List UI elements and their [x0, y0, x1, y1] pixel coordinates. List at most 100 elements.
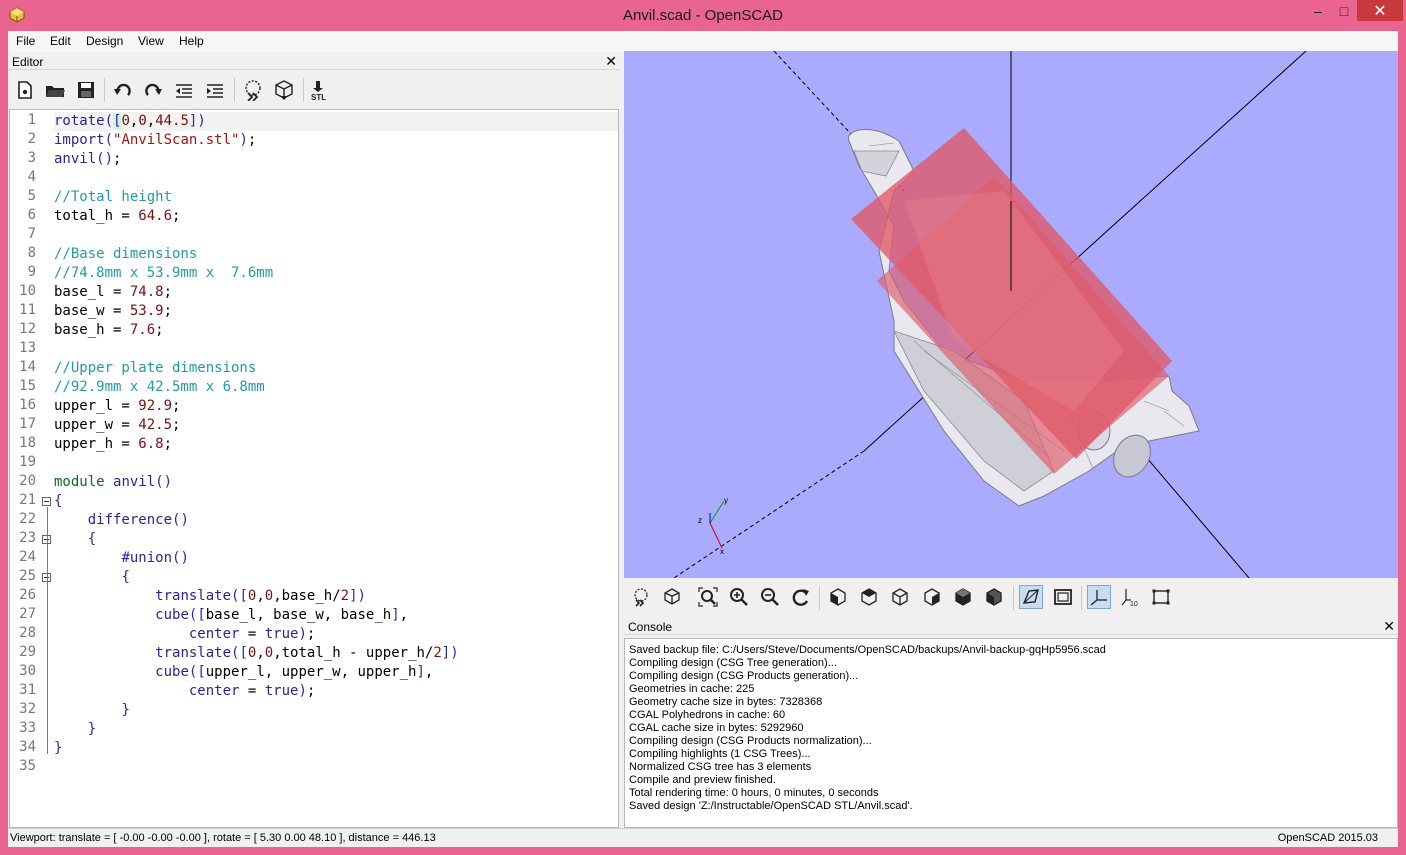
- code-line[interactable]: {: [54, 530, 96, 549]
- code-line[interactable]: base_h = 7.6;: [54, 321, 164, 340]
- edges-icon: [1152, 589, 1170, 605]
- axis-label-y: y: [724, 496, 728, 505]
- line-number: 23: [19, 530, 36, 546]
- code-line[interactable]: module anvil(): [54, 473, 172, 492]
- export-stl-button[interactable]: STL: [310, 79, 332, 102]
- show-axes-button[interactable]: [1087, 585, 1111, 609]
- indent-button[interactable]: [204, 79, 226, 101]
- redo-button[interactable]: [142, 79, 164, 101]
- code-line[interactable]: {: [54, 568, 129, 587]
- reset-view-button[interactable]: [789, 585, 813, 609]
- console-line: Compiling design (CSG Products generatio…: [629, 670, 859, 682]
- menu-view[interactable]: View: [138, 34, 164, 48]
- code-line[interactable]: base_l = 74.8;: [54, 283, 172, 302]
- open-file-button[interactable]: [44, 79, 66, 101]
- code-line[interactable]: }: [54, 739, 62, 758]
- code-line[interactable]: //74.8mm x 53.9mm x 7.6mm: [54, 264, 273, 283]
- code-line[interactable]: center = true);: [54, 682, 315, 701]
- view-top-button[interactable]: [857, 585, 881, 609]
- code-line[interactable]: //Total height: [54, 188, 172, 207]
- code-line[interactable]: cube([upper_l, upper_w, upper_h],: [54, 663, 433, 682]
- zoom-in-button[interactable]: [727, 585, 751, 609]
- code-editor[interactable]: 1 2 3 4 5 6 7 8 9 10 11 12 13 14 15 16 17 18 19 20 21 22 23 24 2…: [9, 109, 619, 828]
- code-line[interactable]: center = true);: [54, 625, 315, 644]
- menu-design[interactable]: Design: [86, 34, 123, 48]
- view-right-button[interactable]: [826, 585, 850, 609]
- line-number: 11: [19, 302, 36, 318]
- view-left-button[interactable]: [920, 585, 944, 609]
- code-line[interactable]: difference(): [54, 511, 189, 530]
- scale-markers-icon: 10: [1121, 589, 1138, 607]
- code-line[interactable]: translate([0,0,base_h/2]): [54, 587, 366, 606]
- new-file-button[interactable]: [14, 79, 36, 101]
- undo-button[interactable]: [112, 79, 134, 101]
- indent-icon: [207, 84, 223, 98]
- view-render-button[interactable]: [660, 585, 684, 609]
- view-right-icon: [830, 588, 846, 606]
- zoom-out-button[interactable]: [758, 585, 782, 609]
- view-all-button[interactable]: [696, 585, 720, 609]
- code-line[interactable]: upper_h = 6.8;: [54, 435, 172, 454]
- view-back-icon: [986, 588, 1002, 606]
- line-number: 10: [19, 283, 36, 299]
- unindent-button[interactable]: [173, 79, 195, 101]
- axis-line-dashed: [673, 450, 865, 578]
- preview-button[interactable]: [242, 79, 264, 102]
- code-line[interactable]: base_w = 53.9;: [54, 302, 172, 321]
- line-number: 27: [19, 606, 36, 622]
- view-preview-button[interactable]: [629, 585, 653, 609]
- code-line[interactable]: translate([0,0,total_h - upper_h/2]): [54, 644, 459, 663]
- scale-label: 10: [1130, 601, 1138, 607]
- code-line[interactable]: }: [54, 720, 96, 739]
- code-line[interactable]: upper_l = 92.9;: [54, 397, 180, 416]
- console-close-icon[interactable]: ✕: [1383, 618, 1395, 635]
- code-line[interactable]: rotate([0,0,44.5]): [54, 112, 206, 131]
- editor-close-icon[interactable]: ✕: [605, 53, 617, 70]
- close-window-button[interactable]: ✕: [1357, 0, 1403, 21]
- 3d-viewport[interactable]: y x z: [624, 51, 1398, 578]
- maximize-button[interactable]: □: [1331, 0, 1357, 21]
- line-number: 19: [19, 454, 36, 470]
- code-line[interactable]: {: [54, 492, 62, 511]
- console-line: Compiling design (CSG Tree generation)..…: [629, 657, 837, 669]
- minimize-button[interactable]: –: [1305, 0, 1331, 21]
- console-output[interactable]: Saved backup file: C:/Users/Steve/Docume…: [624, 638, 1398, 828]
- view-bottom-button[interactable]: [888, 585, 912, 609]
- redo-icon: [145, 83, 162, 96]
- console-line: Compiling design (CSG Products normaliza…: [629, 735, 872, 747]
- menu-file[interactable]: File: [16, 34, 35, 48]
- editor-header: Editor ✕: [8, 53, 620, 70]
- fold-toggle-icon[interactable]: [42, 497, 51, 506]
- render-cube-icon: [275, 80, 293, 100]
- code-line[interactable]: #union(): [54, 549, 188, 568]
- menu-edit[interactable]: Edit: [50, 34, 71, 48]
- view-front-button[interactable]: [951, 585, 975, 609]
- code-line[interactable]: //Base dimensions: [54, 245, 197, 264]
- perspective-button[interactable]: [1019, 585, 1043, 609]
- console-line: Geometries in cache: 225: [629, 683, 755, 695]
- menu-help[interactable]: Help: [179, 34, 204, 48]
- line-number: 25: [19, 568, 36, 584]
- console-line: CGAL Polyhedrons in cache: 60: [629, 709, 786, 721]
- viewport-canvas: y x z: [673, 51, 1307, 578]
- show-scale-markers-button[interactable]: 10: [1118, 585, 1142, 609]
- code-line[interactable]: total_h = 64.6;: [54, 207, 180, 226]
- code-line[interactable]: import("AnvilScan.stl");: [54, 131, 256, 150]
- orthogonal-button[interactable]: [1051, 585, 1075, 609]
- code-line[interactable]: //92.9mm x 42.5mm x 6.8mm: [54, 378, 265, 397]
- zoom-fit-icon: [698, 587, 718, 607]
- line-number: 13: [19, 340, 36, 356]
- show-edges-button[interactable]: [1149, 585, 1173, 609]
- undo-icon: [114, 83, 131, 96]
- code-line[interactable]: cube([base_l, base_w, base_h],: [54, 606, 408, 625]
- code-line[interactable]: }: [54, 701, 129, 720]
- render-button[interactable]: [273, 79, 295, 101]
- preview-icon: [245, 80, 261, 102]
- folder-open-icon: [46, 86, 65, 97]
- view-back-button[interactable]: [982, 585, 1006, 609]
- console-line: Compiling highlights (1 CSG Trees)...: [629, 748, 811, 760]
- code-line[interactable]: //Upper plate dimensions: [54, 359, 256, 378]
- code-line[interactable]: upper_w = 42.5;: [54, 416, 180, 435]
- save-file-button[interactable]: [75, 79, 97, 101]
- code-line[interactable]: anvil();: [54, 150, 121, 169]
